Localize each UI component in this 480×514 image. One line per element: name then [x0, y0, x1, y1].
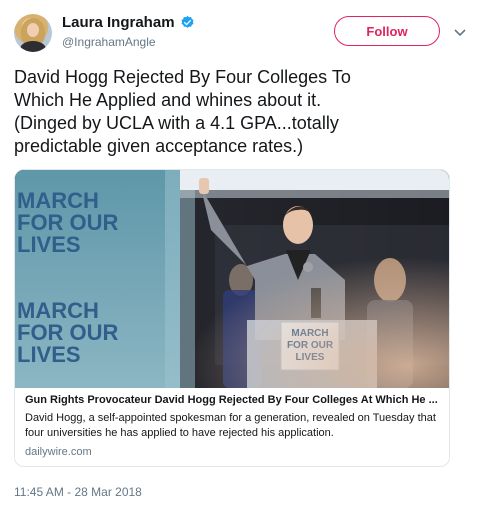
- avatar[interactable]: [14, 14, 52, 52]
- card-title[interactable]: Gun Rights Provocateur David Hogg Reject…: [25, 394, 441, 406]
- card-domain[interactable]: dailywire.com: [25, 446, 441, 458]
- card-description: David Hogg, a self-appointed spokesman f…: [25, 412, 436, 439]
- chevron-down-icon[interactable]: [454, 24, 466, 37]
- card-image[interactable]: MARCH FOR OUR LIVES MARCH FOR OUR LIVES: [15, 170, 449, 388]
- verified-badge-icon: [180, 15, 195, 30]
- tweet: Laura Ingraham @IngrahamAngle Follow Dav…: [0, 0, 480, 514]
- link-card[interactable]: MARCH FOR OUR LIVES MARCH FOR OUR LIVES: [14, 169, 450, 467]
- follow-button[interactable]: Follow: [334, 16, 440, 46]
- card-body[interactable]: Gun Rights Provocateur David Hogg Reject…: [15, 388, 449, 466]
- handle[interactable]: @IngrahamAngle: [62, 35, 195, 49]
- display-name[interactable]: Laura Ingraham: [62, 14, 175, 31]
- tweet-text: David Hogg Rejected By Four Colleges To …: [14, 67, 351, 156]
- timestamp[interactable]: 11:45 AM - 28 Mar 2018: [14, 485, 142, 499]
- author-block[interactable]: Laura Ingraham @IngrahamAngle: [62, 14, 195, 49]
- tweet-header: Laura Ingraham @IngrahamAngle Follow: [14, 12, 466, 56]
